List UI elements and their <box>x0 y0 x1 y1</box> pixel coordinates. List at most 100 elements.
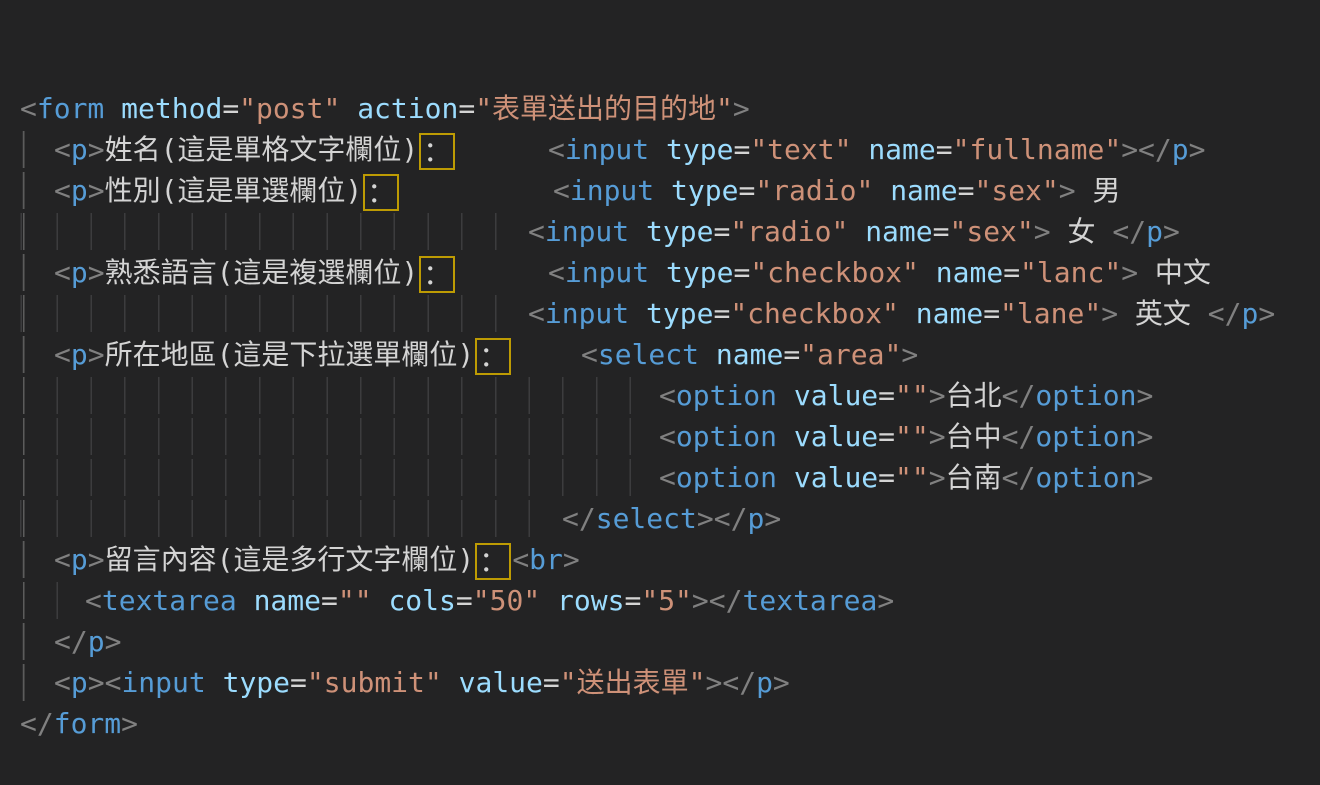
code-token-punct[interactable]: > <box>88 338 105 371</box>
code-token-plain[interactable]: 中文 <box>1138 256 1211 289</box>
code-token-eq[interactable]: = <box>713 215 730 248</box>
code-token-punct[interactable]: </ <box>1002 379 1036 412</box>
code-token-eq[interactable]: = <box>933 215 950 248</box>
code-token-punct[interactable]: < <box>659 379 676 412</box>
code-token-attr[interactable]: cols <box>388 584 455 617</box>
code-token-punct[interactable]: </ <box>562 502 596 535</box>
code-token-str[interactable]: "送出表單" <box>560 666 706 699</box>
code-token-tag[interactable]: p <box>747 502 764 535</box>
code-token-punct[interactable]: </ <box>1002 461 1036 494</box>
code-token-plain[interactable]: 英文 <box>1118 297 1208 330</box>
code-token-tag[interactable]: select <box>596 502 697 535</box>
code-token-punct[interactable]: > <box>88 256 105 289</box>
code-token-punct[interactable]: < <box>54 133 71 166</box>
code-token-punct[interactable]: > <box>929 379 946 412</box>
code-token-plain[interactable] <box>649 133 666 166</box>
code-token-eq[interactable]: = <box>936 133 953 166</box>
code-token-tag[interactable]: form <box>54 707 121 740</box>
code-token-plain[interactable] <box>206 666 223 699</box>
code-token-punct[interactable]: < <box>54 256 71 289</box>
code-token-punct[interactable]: > <box>1137 379 1154 412</box>
code-token-tag[interactable]: input <box>545 215 629 248</box>
code-token-punct[interactable]: > <box>1189 133 1206 166</box>
code-token-punct[interactable]: > <box>901 338 918 371</box>
code-token-tag[interactable]: p <box>756 666 773 699</box>
code-token-attr[interactable]: type <box>223 666 290 699</box>
code-token-eq[interactable]: = <box>878 420 895 453</box>
code-token-str[interactable]: "text" <box>750 133 851 166</box>
code-token-punct[interactable]: > <box>88 174 105 207</box>
code-token-eq[interactable]: = <box>456 584 473 617</box>
code-token-punct[interactable]: > <box>877 584 894 617</box>
code-token-plain[interactable]: 台中 <box>946 420 1002 453</box>
code-token-plain[interactable] <box>848 215 865 248</box>
code-token-str[interactable]: "表單送出的目的地" <box>475 92 733 125</box>
code-line[interactable]: <p>所在地區(這是下拉選單欄位)：<select name="area"> <box>20 334 1320 375</box>
code-token-punct[interactable]: < <box>54 666 71 699</box>
code-token-tag[interactable]: input <box>570 174 654 207</box>
code-token-tag[interactable]: p <box>71 338 88 371</box>
code-token-plain[interactable] <box>873 174 890 207</box>
code-token-punct[interactable]: > <box>764 502 781 535</box>
code-token-plain[interactable]: 姓名(這是單格文字欄位) <box>105 133 419 166</box>
code-line[interactable]: <input type="checkbox" name="lane"> 英文 <… <box>20 293 1320 334</box>
code-token-tag[interactable]: p <box>1172 133 1189 166</box>
code-token-plain[interactable] <box>372 584 389 617</box>
code-token-eq[interactable]: = <box>738 174 755 207</box>
code-token-plain[interactable] <box>649 256 666 289</box>
code-token-punct[interactable]: < <box>20 92 37 125</box>
code-token-plain[interactable] <box>654 174 671 207</box>
code-token-attr[interactable]: type <box>666 256 733 289</box>
code-token-attr[interactable]: action <box>357 92 458 125</box>
code-line[interactable]: <textarea name="" cols="50" rows="5"></t… <box>20 580 1320 621</box>
code-token-str[interactable]: "checkbox" <box>750 256 919 289</box>
code-token-plain[interactable] <box>777 379 794 412</box>
code-token-punct[interactable]: > <box>121 707 138 740</box>
code-token-punct[interactable]: ></ <box>1121 133 1172 166</box>
code-line[interactable]: <p><input type="submit" value="送出表單"></p… <box>20 662 1320 703</box>
code-token-punct[interactable]: > <box>1137 461 1154 494</box>
code-token-str[interactable]: "" <box>895 461 929 494</box>
code-token-eq[interactable]: = <box>878 461 895 494</box>
code-token-tag[interactable]: option <box>1035 461 1136 494</box>
code-token-plain[interactable] <box>629 215 646 248</box>
code-token-tag[interactable]: br <box>529 543 563 576</box>
code-token-punct[interactable]: > <box>1059 174 1076 207</box>
code-token-attr[interactable]: name <box>254 584 321 617</box>
code-token-str[interactable]: "post" <box>239 92 340 125</box>
code-token-str[interactable]: "" <box>895 420 929 453</box>
code-token-punct[interactable]: </ <box>1112 215 1146 248</box>
code-token-tag[interactable]: option <box>676 461 777 494</box>
code-token-plain[interactable] <box>629 297 646 330</box>
code-token-punct[interactable]: ></ <box>692 584 743 617</box>
code-token-eq[interactable]: = <box>1003 256 1020 289</box>
unicode-highlight-box[interactable]: ： <box>419 133 455 170</box>
code-token-tag[interactable]: p <box>71 133 88 166</box>
code-token-tag[interactable]: p <box>88 625 105 658</box>
code-token-tag[interactable]: p <box>71 256 88 289</box>
code-token-punct[interactable]: > <box>88 133 105 166</box>
code-token-punct[interactable]: </ <box>1002 420 1036 453</box>
code-token-plain[interactable] <box>104 92 121 125</box>
code-token-tag[interactable]: p <box>1242 297 1259 330</box>
code-token-punct[interactable]: > <box>563 543 580 576</box>
code-token-eq[interactable]: = <box>783 338 800 371</box>
code-line[interactable]: <p>姓名(這是單格文字欄位)：<input type="text" name=… <box>20 129 1320 170</box>
code-token-punct[interactable]: < <box>659 420 676 453</box>
code-token-punct[interactable]: </ <box>1208 297 1242 330</box>
code-token-punct[interactable]: </ <box>20 707 54 740</box>
code-token-attr[interactable]: name <box>716 338 783 371</box>
code-token-plain[interactable]: 所在地區(這是下拉選單欄位) <box>105 338 475 371</box>
code-token-str[interactable]: "" <box>338 584 372 617</box>
code-token-tag[interactable]: textarea <box>102 584 237 617</box>
code-token-str[interactable]: "submit" <box>307 666 442 699</box>
code-token-plain[interactable]: 台北 <box>946 379 1002 412</box>
code-token-punct[interactable]: > <box>773 666 790 699</box>
code-token-attr[interactable]: type <box>671 174 738 207</box>
code-editor[interactable]: <form method="post" action="表單送出的目的地"><p… <box>0 0 1320 681</box>
code-token-tag[interactable]: option <box>1035 379 1136 412</box>
code-token-attr[interactable]: value <box>459 666 543 699</box>
code-token-plain[interactable]: 男 <box>1076 174 1121 207</box>
code-line[interactable]: <option value="">台南</option> <box>20 457 1320 498</box>
code-token-punct[interactable]: < <box>85 584 102 617</box>
